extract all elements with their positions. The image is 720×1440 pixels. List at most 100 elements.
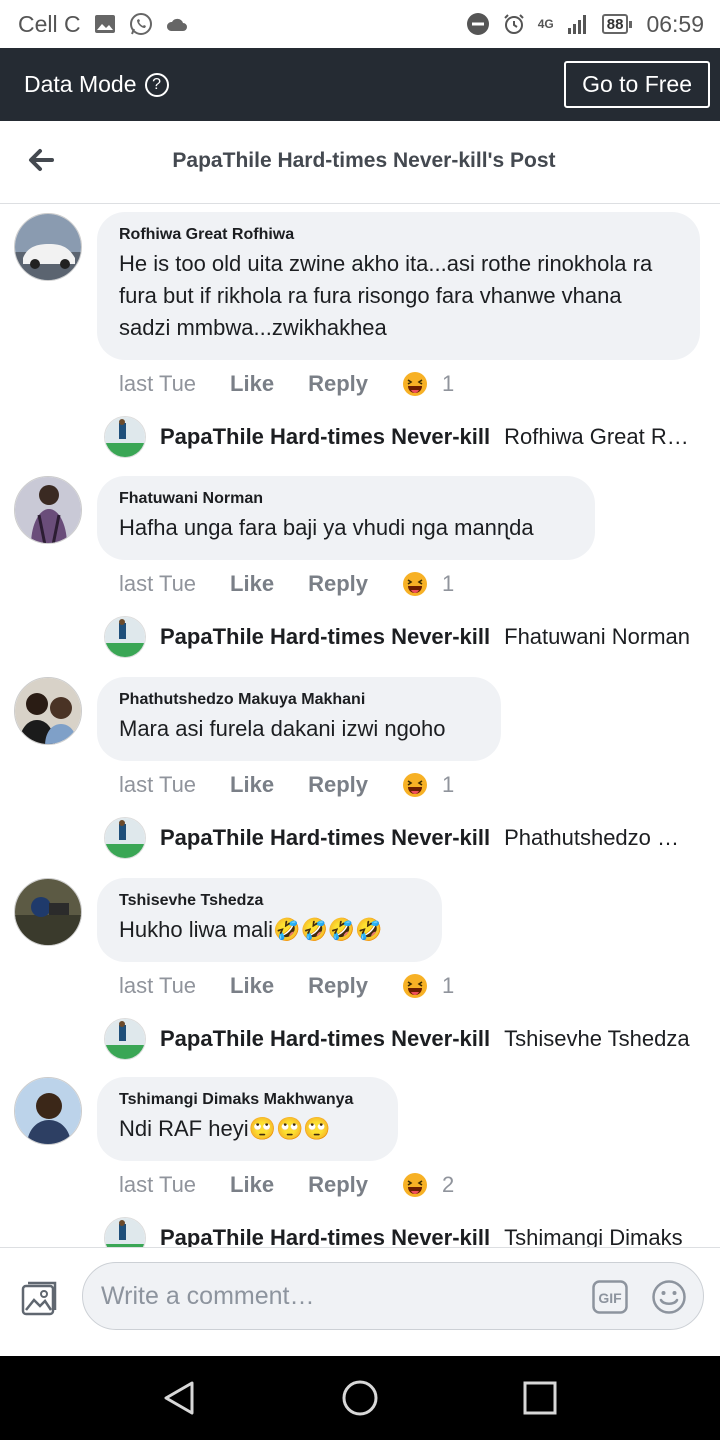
avatar[interactable]: [14, 878, 82, 946]
clock: 06:59: [646, 10, 704, 37]
status-left: Cell C: [18, 11, 189, 38]
gallery-icon: [94, 15, 115, 33]
reply-button[interactable]: Reply: [308, 371, 368, 397]
comment-author[interactable]: Rofhiwa Great Rofhiwa: [119, 226, 678, 244]
comment-time[interactable]: last Tue: [119, 1172, 196, 1198]
laughing-face-icon[interactable]: [402, 772, 428, 798]
avatar[interactable]: [14, 677, 82, 745]
comment-author[interactable]: Fhatuwani Norman: [119, 490, 573, 508]
comment-time[interactable]: last Tue: [119, 772, 196, 798]
reply-button[interactable]: Reply: [308, 1172, 368, 1198]
comments-feed[interactable]: Rofhiwa Great Rofhiwa He is too old uita…: [0, 205, 720, 1247]
square-recents-icon[interactable]: [521, 1379, 559, 1417]
reply-author: PapaThile Hard-times Never-kill: [160, 1225, 491, 1247]
reply-author: PapaThile Hard-times Never-kill: [160, 1026, 491, 1051]
reply-avatar: [104, 616, 146, 658]
comment-text: Ndi RAF heyi🙄🙄🙄: [119, 1116, 331, 1141]
circle-home-icon[interactable]: [340, 1378, 380, 1418]
network-type: 4G: [537, 17, 554, 31]
data-mode-label-group[interactable]: Data Mode ?: [24, 71, 169, 98]
reply-button[interactable]: Reply: [308, 772, 368, 798]
reaction-count[interactable]: 1: [442, 571, 454, 597]
reply-snippet: Fhatuwani Norman: [504, 624, 690, 649]
comment-bubble[interactable]: Phathutshedzo Makuya Makhani Mara asi fu…: [97, 677, 501, 761]
comment-bubble[interactable]: Tshisevhe Tshedza Hukho liwa mali🤣🤣🤣🤣: [97, 878, 442, 962]
comment-time[interactable]: last Tue: [119, 371, 196, 397]
comment-text: Mara asi furela dakani izwi ngoho: [119, 716, 446, 741]
comment-time[interactable]: last Tue: [119, 973, 196, 999]
reaction-count[interactable]: 2: [442, 1172, 454, 1198]
photo-icon[interactable]: [20, 1278, 60, 1318]
comment-bubble[interactable]: Rofhiwa Great Rofhiwa He is too old uita…: [97, 212, 700, 360]
comment-text: Hafha unga fara baji ya vhudi nga manɳda: [119, 515, 534, 540]
reply-avatar: [104, 416, 146, 458]
like-button[interactable]: Like: [230, 973, 274, 999]
battery-indicator: 88: [601, 14, 633, 34]
post-header: PapaThile Hard-times Never-kill's Post: [0, 121, 720, 204]
cloud-icon: [166, 18, 187, 31]
triangle-back-icon[interactable]: [160, 1378, 200, 1418]
reply-preview[interactable]: PapaThile Hard-times Never-kill Fhatuwan…: [104, 616, 694, 658]
comment-composer: Write a comment… GIF: [0, 1247, 720, 1356]
like-button[interactable]: Like: [230, 772, 274, 798]
reaction-count[interactable]: 1: [442, 772, 454, 798]
comment-author[interactable]: Phathutshedzo Makuya Makhani: [119, 691, 479, 709]
laughing-face-icon[interactable]: [402, 973, 428, 999]
reply-snippet: Tshisevhe Tshedza: [504, 1026, 690, 1051]
avatar[interactable]: [14, 213, 82, 281]
gif-icon[interactable]: GIF: [592, 1280, 628, 1314]
reply-preview[interactable]: PapaThile Hard-times Never-kill Phathuts…: [104, 817, 694, 859]
avatar[interactable]: [14, 476, 82, 544]
comment-author[interactable]: Tshisevhe Tshedza: [119, 892, 420, 910]
reply-avatar: [104, 1018, 146, 1060]
comment-author[interactable]: Tshimangi Dimaks Makhwanya: [119, 1091, 376, 1109]
like-button[interactable]: Like: [230, 371, 274, 397]
comment-text: Hukho liwa mali🤣🤣🤣🤣: [119, 917, 383, 942]
help-icon[interactable]: ?: [144, 72, 169, 97]
comment-time[interactable]: last Tue: [119, 571, 196, 597]
reply-button[interactable]: Reply: [308, 571, 368, 597]
go-to-free-button[interactable]: Go to Free: [564, 61, 710, 108]
whatsapp-icon: [129, 13, 152, 35]
reply-button[interactable]: Reply: [308, 973, 368, 999]
reply-author: PapaThile Hard-times Never-kill: [160, 825, 491, 850]
alarm-icon: [504, 14, 524, 34]
reply-author: PapaThile Hard-times Never-kill: [160, 624, 491, 649]
reply-snippet: Tshimangi Dimaks: [504, 1225, 683, 1247]
comment-actions: last Tue Like Reply 1: [119, 772, 454, 798]
comment-actions: last Tue Like Reply 1: [119, 973, 454, 999]
reply-snippet: Phathutshedzo Makuya: [504, 825, 694, 850]
comment-actions: last Tue Like Reply 2: [119, 1172, 454, 1198]
status-right: 4G 88 06:59: [466, 11, 704, 38]
reply-avatar: [104, 817, 146, 859]
android-nav-bar: [0, 1356, 720, 1440]
gif-label: GIF: [598, 1290, 622, 1306]
laughing-face-icon[interactable]: [402, 371, 428, 397]
carrier-label: Cell C: [18, 10, 81, 37]
reply-preview[interactable]: PapaThile Hard-times Never-kill Rofhiwa …: [104, 416, 694, 458]
like-button[interactable]: Like: [230, 571, 274, 597]
comment-bubble[interactable]: Tshimangi Dimaks Makhwanya Ndi RAF heyi🙄…: [97, 1077, 398, 1161]
smiley-icon[interactable]: [651, 1279, 687, 1315]
reply-avatar: [104, 1217, 146, 1247]
do-not-disturb-icon: [466, 13, 489, 35]
comment-actions: last Tue Like Reply 1: [119, 571, 454, 597]
comment-actions: last Tue Like Reply 1: [119, 371, 454, 397]
data-mode-label: Data Mode: [24, 71, 137, 97]
signal-icon: [567, 15, 586, 34]
reply-author: PapaThile Hard-times Never-kill: [160, 424, 491, 449]
laughing-face-icon[interactable]: [402, 571, 428, 597]
avatar[interactable]: [14, 1077, 82, 1145]
page-title: PapaThile Hard-times Never-kill's Post: [172, 149, 556, 172]
reply-preview[interactable]: PapaThile Hard-times Never-kill Tshimang…: [104, 1217, 694, 1247]
laughing-face-icon[interactable]: [402, 1172, 428, 1198]
reaction-count[interactable]: 1: [442, 371, 454, 397]
like-button[interactable]: Like: [230, 1172, 274, 1198]
comment-text: He is too old uita zwine akho ita...asi …: [119, 251, 653, 340]
status-bar: Cell C 4G 88 06:59: [0, 0, 720, 48]
comment-bubble[interactable]: Fhatuwani Norman Hafha unga fara baji ya…: [97, 476, 595, 560]
data-mode-bar: Data Mode ? Go to Free: [0, 48, 720, 121]
reply-preview[interactable]: PapaThile Hard-times Never-kill Tshisevh…: [104, 1018, 694, 1060]
reply-snippet: Rofhiwa Great Rofhiwa: [504, 424, 694, 449]
reaction-count[interactable]: 1: [442, 973, 454, 999]
